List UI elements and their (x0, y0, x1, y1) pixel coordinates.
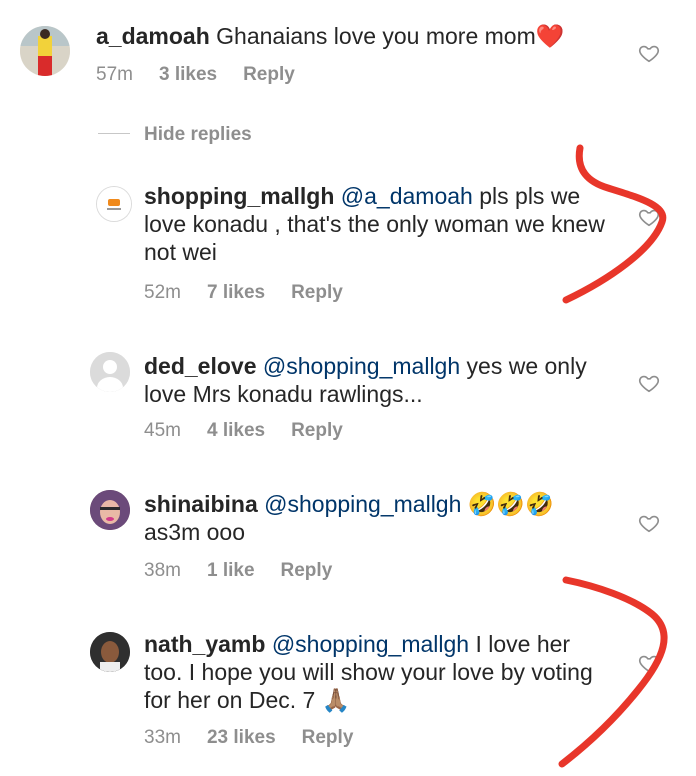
comment-meta: 33m 23 likes Reply (144, 727, 353, 749)
comment-meta: 57m 3 likes Reply (96, 64, 295, 86)
mention-link[interactable]: @shopping_mallgh (264, 491, 461, 517)
mention-link[interactable]: @shopping_mallgh (272, 631, 469, 657)
avatar[interactable] (90, 632, 130, 672)
timestamp: 52m (144, 282, 181, 303)
timestamp: 38m (144, 560, 181, 581)
username[interactable]: shopping_mallgh (144, 183, 334, 209)
avatar[interactable] (90, 352, 130, 392)
folded-hands-emoji: 🙏🏽 (321, 687, 351, 713)
comment-text: Ghanaians love you more mom (216, 23, 536, 49)
comment-body: a_damoah Ghanaians love you more mom❤️ (96, 22, 616, 50)
avatar[interactable] (90, 490, 130, 530)
laughing-emoji: 🤣🤣🤣 (467, 491, 554, 517)
reply-button[interactable]: Reply (291, 282, 343, 304)
hide-replies-label: Hide replies (144, 124, 252, 145)
heart-outline-icon[interactable] (638, 372, 660, 394)
avatar[interactable] (20, 26, 70, 76)
heart-outline-icon[interactable] (638, 42, 660, 64)
mention-link[interactable]: @a_damoah (341, 183, 473, 209)
likes-count[interactable]: 23 likes (207, 727, 276, 749)
comment-meta: 38m 1 like Reply (144, 560, 332, 582)
mention-link[interactable]: @shopping_mallgh (263, 353, 460, 379)
timestamp: 57m (96, 64, 133, 85)
heart-emoji: ❤️ (535, 23, 565, 49)
username[interactable]: a_damoah (96, 23, 210, 49)
reply-button[interactable]: Reply (243, 64, 295, 86)
heart-outline-icon[interactable] (638, 512, 660, 534)
heart-outline-icon[interactable] (638, 206, 660, 228)
reply-button[interactable]: Reply (291, 420, 343, 442)
reply-button[interactable]: Reply (302, 727, 354, 749)
divider (98, 133, 130, 135)
likes-count[interactable]: 7 likes (207, 282, 265, 304)
heart-outline-icon[interactable] (638, 652, 660, 674)
comment-body: shopping_mallgh @a_damoah pls pls we lov… (144, 182, 614, 266)
hide-replies-button[interactable]: Hide replies (98, 124, 252, 146)
username[interactable]: nath_yamb (144, 631, 265, 657)
comment-body: shinaibina @shopping_mallgh 🤣🤣🤣 as3m ooo (144, 490, 614, 546)
avatar[interactable] (96, 186, 132, 222)
username[interactable]: shinaibina (144, 491, 258, 517)
likes-count[interactable]: 3 likes (159, 64, 217, 86)
timestamp: 33m (144, 727, 181, 748)
comment-text: as3m ooo (144, 519, 246, 545)
reply-button[interactable]: Reply (281, 560, 333, 582)
username[interactable]: ded_elove (144, 353, 257, 379)
comment-meta: 45m 4 likes Reply (144, 420, 343, 442)
likes-count[interactable]: 1 like (207, 560, 255, 582)
comment-meta: 52m 7 likes Reply (144, 282, 343, 304)
likes-count[interactable]: 4 likes (207, 420, 265, 442)
comment-body: nath_yamb @shopping_mallgh I love her to… (144, 630, 614, 714)
comment-body: ded_elove @shopping_mallgh yes we only l… (144, 352, 614, 408)
timestamp: 45m (144, 420, 181, 441)
